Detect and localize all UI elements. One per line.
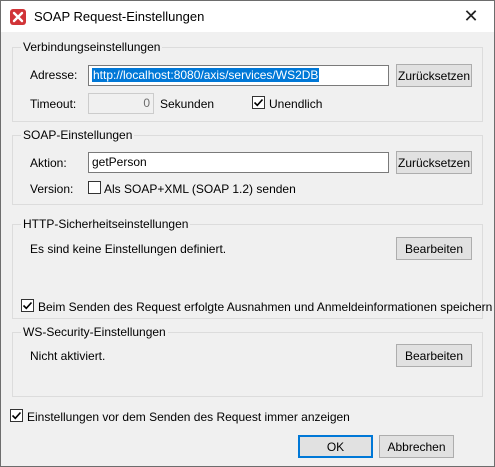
soap-group-title: SOAP-Einstellungen	[21, 128, 135, 142]
close-button[interactable]: ✕	[448, 1, 494, 32]
soap12-checkbox[interactable]	[88, 181, 101, 194]
ws-security-group-title: WS-Security-Einstellungen	[21, 325, 168, 339]
dialog-window: SOAP Request-Einstellungen ✕ Verbindungs…	[0, 0, 495, 467]
http-security-group-title: HTTP-Sicherheitseinstellungen	[21, 217, 191, 231]
action-reset-button[interactable]: Zurücksetzen	[396, 151, 472, 174]
action-value: getPerson	[92, 155, 147, 169]
action-input[interactable]: getPerson	[88, 152, 389, 173]
checkmark-icon	[22, 301, 33, 310]
timeout-input[interactable]: 0	[88, 93, 154, 114]
timeout-label: Timeout:	[30, 97, 77, 111]
cancel-label: Abbrechen	[387, 439, 446, 454]
infinite-checkbox[interactable]	[252, 96, 265, 109]
checkmark-icon	[253, 98, 264, 107]
soap12-label: Als SOAP+XML (SOAP 1.2) senden	[104, 182, 296, 196]
connection-group-title: Verbindungseinstellungen	[21, 40, 163, 54]
http-security-status: Es sind keine Einstellungen definiert.	[30, 242, 227, 256]
always-show-checkbox[interactable]	[10, 409, 23, 422]
http-security-edit-button[interactable]: Bearbeiten	[396, 237, 472, 260]
http-security-edit-label: Bearbeiten	[404, 241, 464, 256]
timeout-value: 0	[143, 96, 150, 110]
action-label: Aktion:	[30, 156, 67, 170]
address-reset-label: Zurücksetzen	[397, 68, 471, 83]
version-label: Version:	[30, 182, 74, 196]
address-label: Adresse:	[30, 68, 78, 82]
seconds-label: Sekunden	[160, 97, 215, 111]
save-credentials-checkbox[interactable]	[21, 299, 34, 312]
ws-security-status: Nicht aktiviert.	[30, 349, 106, 363]
ws-security-edit-button[interactable]: Bearbeiten	[396, 344, 472, 367]
address-value: http://localhost:8080/axis/services/WS2D…	[92, 68, 320, 82]
ok-button[interactable]: OK	[298, 435, 373, 458]
cancel-button[interactable]: Abbrechen	[379, 435, 454, 458]
title-bar: SOAP Request-Einstellungen ✕	[1, 1, 494, 32]
action-reset-label: Zurücksetzen	[397, 155, 471, 170]
address-reset-button[interactable]: Zurücksetzen	[396, 64, 472, 87]
altova-x-icon	[10, 9, 26, 25]
save-credentials-label: Beim Senden des Request erfolgte Ausnahm…	[38, 300, 493, 314]
address-input[interactable]: http://localhost:8080/axis/services/WS2D…	[88, 65, 389, 86]
always-show-label: Einstellungen vor dem Senden des Request…	[27, 410, 350, 424]
ws-security-edit-label: Bearbeiten	[404, 348, 464, 363]
close-icon[interactable]: ✕	[463, 6, 478, 27]
checkmark-icon	[11, 411, 22, 420]
ok-label: OK	[326, 439, 345, 454]
dialog-title: SOAP Request-Einstellungen	[34, 9, 205, 24]
infinite-label: Unendlich	[269, 97, 323, 111]
